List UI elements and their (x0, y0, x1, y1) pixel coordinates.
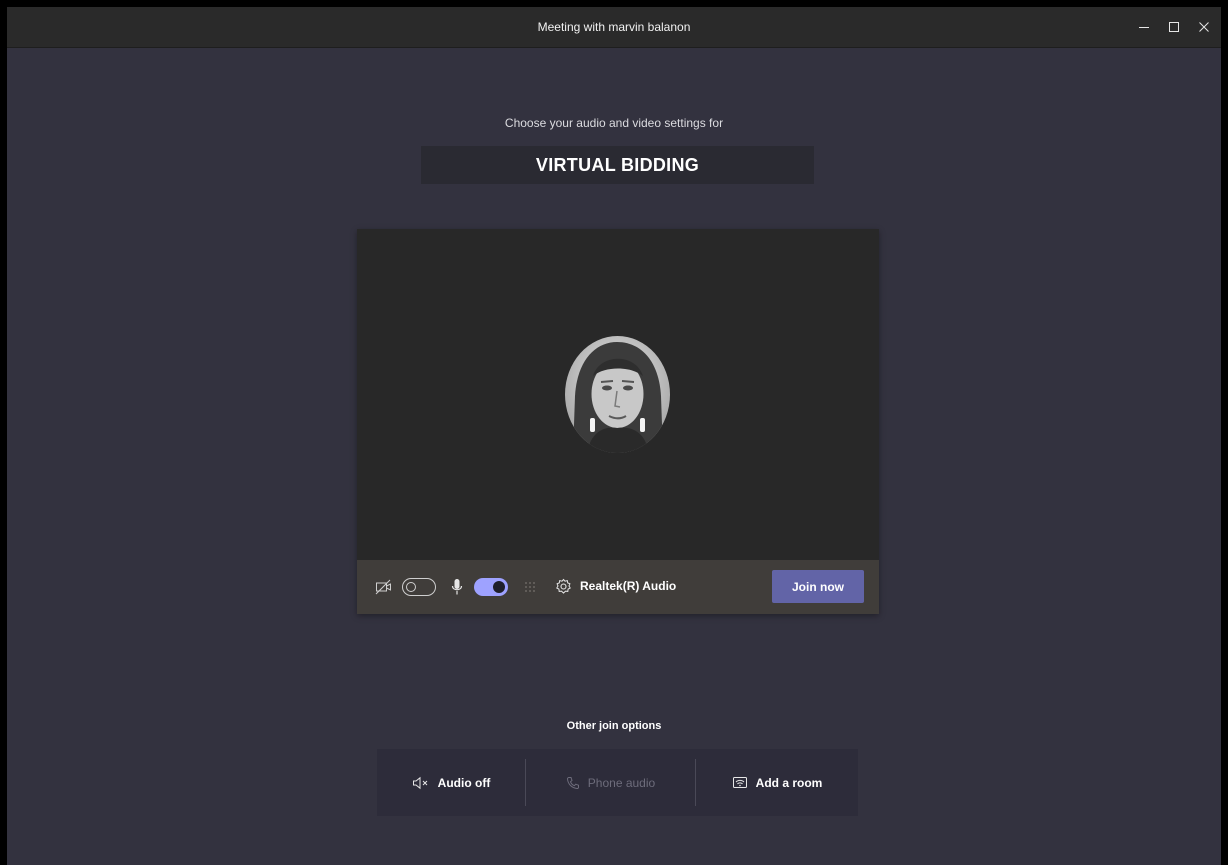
join-now-button[interactable]: Join now (772, 570, 864, 603)
audio-device-label[interactable]: Realtek(R) Audio (580, 579, 676, 593)
maximize-icon (1169, 22, 1179, 32)
minimize-icon (1139, 27, 1149, 28)
close-icon (1199, 22, 1209, 32)
title-bar: Meeting with marvin balanon (7, 7, 1221, 48)
audio-off-label: Audio off (437, 775, 491, 790)
phone-audio-option: Phone audio (526, 749, 695, 816)
microphone-toggle[interactable] (474, 578, 508, 596)
other-join-options: Audio off Phone audio Add a room (377, 749, 858, 816)
window-title: Meeting with marvin balanon (537, 20, 691, 34)
audio-off-option[interactable]: Audio off (377, 749, 525, 816)
meeting-name: VIRTUAL BIDDING (421, 146, 814, 184)
settings-prompt: Choose your audio and video settings for (504, 116, 724, 130)
microphone-icon (451, 579, 463, 595)
video-preview-panel: Realtek(R) Audio Join now (357, 229, 879, 614)
other-join-options-heading: Other join options (566, 720, 662, 732)
microphone-toggle-knob (493, 581, 505, 593)
camera-toggle-knob (406, 581, 416, 592)
minimize-button[interactable] (1127, 7, 1161, 47)
avatar (565, 336, 670, 453)
camera-toggle[interactable] (402, 578, 436, 596)
add-a-room-label: Add a room (755, 775, 823, 790)
speaker-off-icon (412, 776, 428, 789)
blur-background-icon[interactable] (523, 580, 537, 594)
teams-window: Meeting with marvin balanon Choose your … (7, 7, 1221, 865)
add-a-room-option[interactable]: Add a room (696, 749, 858, 816)
maximize-button[interactable] (1157, 7, 1191, 47)
phone-icon (566, 776, 579, 789)
cast-room-icon (732, 776, 747, 788)
video-preview (357, 229, 879, 560)
close-button[interactable] (1187, 7, 1221, 47)
phone-audio-label: Phone audio (587, 775, 656, 790)
device-controls-bar: Realtek(R) Audio Join now (357, 560, 879, 614)
gear-icon[interactable] (555, 578, 572, 595)
camera-off-icon (375, 579, 391, 595)
